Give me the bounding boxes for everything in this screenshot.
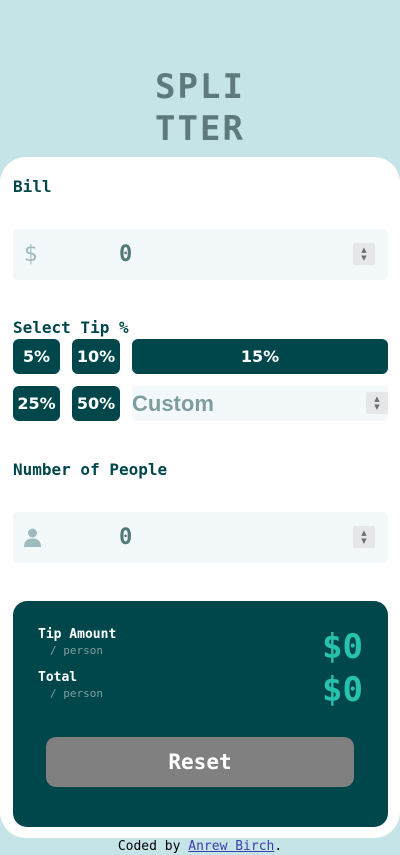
- logo-line-1: SPLI: [155, 67, 245, 107]
- bill-stepper[interactable]: ▲ ▼: [353, 243, 375, 265]
- people-stepper[interactable]: ▲ ▼: [353, 526, 375, 548]
- people-input[interactable]: 0 ▲ ▼: [13, 512, 388, 563]
- chevron-up-icon[interactable]: ▲: [353, 529, 375, 537]
- tip-label: Select Tip %: [13, 318, 129, 337]
- reset-button[interactable]: Reset: [46, 737, 354, 787]
- tip-option-50[interactable]: 50%: [72, 386, 120, 421]
- attribution-suffix: .: [274, 839, 283, 854]
- people-value: 0: [119, 525, 133, 550]
- app-logo: SPLI TTER: [0, 66, 400, 150]
- people-label: Number of People: [13, 460, 168, 479]
- custom-tip-placeholder: Custom: [132, 391, 214, 416]
- chevron-up-icon[interactable]: ▲: [353, 246, 375, 254]
- bill-value: 0: [119, 242, 133, 267]
- tip-amount-label: Tip Amount: [38, 627, 117, 642]
- chevron-up-icon[interactable]: ▲: [366, 395, 388, 403]
- logo-line-2: TTER: [155, 109, 245, 149]
- custom-tip-input[interactable]: Custom ▲ ▼: [132, 386, 388, 421]
- tip-option-10[interactable]: 10%: [72, 339, 120, 374]
- custom-tip-stepper[interactable]: ▲ ▼: [366, 392, 388, 414]
- results-panel: Tip Amount / person $0 Total / person $0…: [13, 601, 388, 827]
- attribution-prefix: Coded by: [117, 839, 189, 854]
- total-label: Total: [38, 670, 78, 685]
- bill-input[interactable]: $ 0 ▲ ▼: [13, 229, 388, 280]
- total-value: $0: [322, 670, 363, 710]
- person-icon: [24, 512, 41, 563]
- author-link[interactable]: Anrew Birch: [188, 839, 274, 854]
- attribution: Coded by Anrew Birch.: [0, 839, 400, 854]
- tip-option-5[interactable]: 5%: [13, 339, 60, 374]
- tip-amount-sub: / person: [50, 644, 103, 657]
- total-sub: / person: [50, 687, 103, 700]
- chevron-down-icon[interactable]: ▼: [366, 403, 388, 411]
- dollar-icon: $: [24, 242, 38, 267]
- chevron-down-icon[interactable]: ▼: [353, 537, 375, 545]
- tip-option-25[interactable]: 25%: [13, 386, 60, 421]
- tip-amount-value: $0: [322, 627, 363, 667]
- chevron-down-icon[interactable]: ▼: [353, 254, 375, 262]
- tip-option-15[interactable]: 15%: [132, 339, 388, 374]
- bill-label: Bill: [13, 177, 52, 196]
